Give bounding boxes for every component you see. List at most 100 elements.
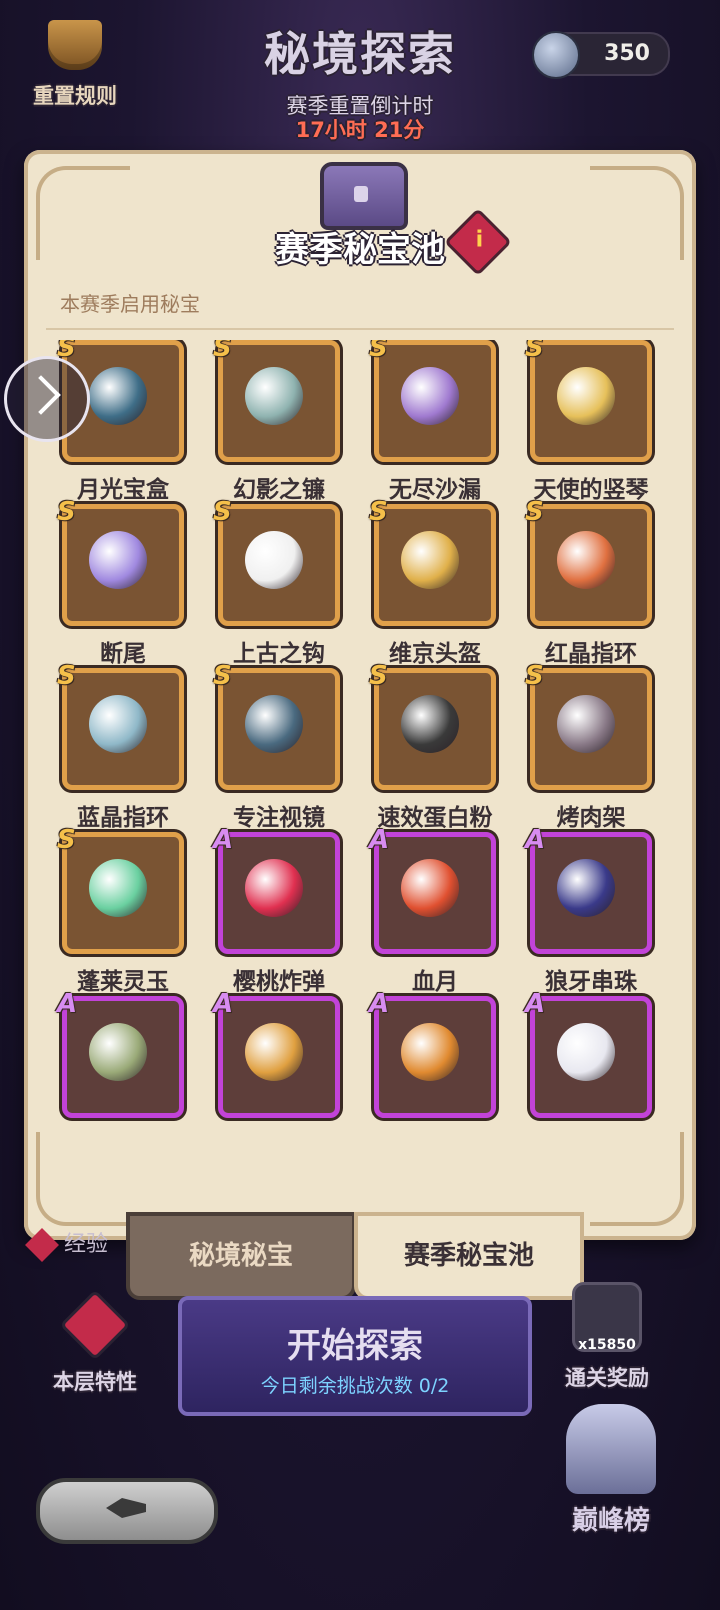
treasure-item[interactable]: A 血月 [360, 825, 510, 995]
treasure-item[interactable]: S 断尾 [48, 497, 198, 667]
treasure-tile: S [213, 497, 340, 626]
panel-title: 赛季秘宝池 [275, 230, 445, 270]
start-explore-label: 开始探索 [287, 1326, 423, 1366]
treasure-item[interactable]: S 天使的竖琴 [516, 340, 666, 503]
treasure-item[interactable]: S 幻影之镰 [204, 340, 354, 503]
chevron-right-icon[interactable] [4, 356, 90, 442]
treasure-item[interactable]: S 上古之钩 [204, 497, 354, 667]
treasure-icon [401, 695, 459, 753]
treasure-item[interactable]: S 蓝晶指环 [48, 661, 198, 831]
treasure-icon [557, 1023, 615, 1081]
treasure-icon [245, 531, 303, 589]
exp-chip[interactable]: 经验 [25, 1226, 109, 1262]
grade-badge: A [57, 989, 78, 1019]
treasure-item[interactable]: A 樱桃炸弹 [204, 825, 354, 995]
treasure-tile: A [369, 989, 496, 1118]
grade-badge: S [57, 497, 76, 527]
treasure-tile: A [369, 825, 496, 954]
treasure-tile: S [369, 497, 496, 626]
treasure-icon [89, 367, 147, 425]
grade-badge: S [525, 340, 544, 363]
treasure-icon [557, 695, 615, 753]
grade-badge: S [57, 661, 76, 691]
countdown-time: 17小时 21分 [295, 118, 425, 142]
corner-ornament [36, 1132, 130, 1226]
treasure-tile: A [525, 825, 652, 954]
reward-count: x15850 [578, 1337, 636, 1353]
floor-trait-label: 本层特性 [53, 1370, 137, 1394]
treasure-item[interactable]: A龟壳 [360, 989, 510, 1125]
grade-badge: S [525, 497, 544, 527]
treasure-icon [557, 859, 615, 917]
treasure-tile: S [525, 497, 652, 626]
floor-trait-button[interactable]: 本层特性 [40, 1289, 150, 1396]
treasure-grid: S 月光宝盒 S 幻影之镰 S 无尽沙漏 S 天使的竖琴 S 断尾 S 上古之钩 S 维京头盔 S 红晶指环 S… [48, 340, 672, 1125]
treasure-item[interactable]: A 狼牙串珠 [516, 825, 666, 995]
grade-badge: A [213, 825, 234, 855]
treasure-item[interactable]: A薯条薯条 [204, 989, 354, 1125]
trait-icon [59, 1289, 131, 1361]
clear-reward-button[interactable]: x15850 通关奖励 [552, 1282, 662, 1392]
exp-icon [25, 1228, 59, 1262]
treasure-tile: S [369, 340, 496, 462]
tab-season-treasure-pool[interactable]: 赛季秘宝池 [354, 1212, 584, 1300]
treasure-item[interactable]: S 红晶指环 [516, 497, 666, 667]
grade-badge: A [525, 989, 546, 1019]
clear-reward-label: 通关奖励 [565, 1366, 649, 1390]
currency-value: 350 [604, 41, 650, 66]
section-label: 本赛季启用秘宝 [60, 292, 200, 316]
treasure-tile: S [213, 340, 340, 462]
treasure-tile: S [57, 661, 184, 790]
treasure-icon [245, 367, 303, 425]
treasure-icon [89, 1023, 147, 1081]
back-button[interactable] [36, 1478, 218, 1544]
treasure-tile: A [525, 989, 652, 1118]
grade-badge: S [369, 497, 388, 527]
grade-badge: S [369, 340, 388, 363]
treasure-icon [401, 1023, 459, 1081]
treasure-item[interactable]: S 专注视镜 [204, 661, 354, 831]
treasure-tile: S [525, 661, 652, 790]
treasure-item[interactable]: A臭豆腐 [48, 989, 198, 1125]
grade-badge: A [369, 989, 390, 1019]
treasure-tile: S [525, 340, 652, 462]
peak-ranking-button[interactable]: 巅峰榜 [546, 1404, 676, 1537]
currency-display: 350 [532, 31, 670, 79]
treasure-icon [401, 367, 459, 425]
grade-badge: A [369, 825, 390, 855]
treasure-icon [245, 695, 303, 753]
grade-badge: S [213, 497, 232, 527]
treasure-item[interactable]: A轻羽 [516, 989, 666, 1125]
reward-gem-icon: x15850 [572, 1282, 642, 1353]
treasure-icon [245, 1023, 303, 1081]
treasure-icon [557, 367, 615, 425]
grade-badge: A [213, 989, 234, 1019]
gem-icon [532, 31, 580, 79]
treasure-tile: A [213, 825, 340, 954]
grade-badge: S [213, 661, 232, 691]
treasure-tile: S [57, 825, 184, 954]
treasure-icon [89, 531, 147, 589]
treasure-pool-panel: 赛季秘宝池 i 本赛季启用秘宝 S 月光宝盒 S 幻影之镰 S 无尽沙漏 S 天使的竖琴 S 断尾… [24, 150, 696, 1240]
grade-badge: S [369, 661, 388, 691]
treasure-item[interactable]: S 速效蛋白粉 [360, 661, 510, 831]
treasure-item[interactable]: S 蓬莱灵玉 [48, 825, 198, 995]
peak-ranking-label: 巅峰榜 [571, 1506, 650, 1536]
treasure-item[interactable]: S 烤肉架 [516, 661, 666, 831]
treasure-icon [401, 859, 459, 917]
treasure-item[interactable]: S 维京头盔 [360, 497, 510, 667]
treasure-tile: S [57, 497, 184, 626]
grade-badge: A [525, 825, 546, 855]
tab-realm-treasures[interactable]: 秘境秘宝 [126, 1212, 356, 1300]
exp-label: 经验 [64, 1232, 109, 1257]
treasure-item[interactable]: S 无尽沙漏 [360, 340, 510, 503]
treasure-tile: A [213, 989, 340, 1118]
treasure-icon [557, 531, 615, 589]
start-explore-button[interactable]: 开始探索 今日剩余挑战次数 0/2 [178, 1296, 532, 1416]
treasure-icon [89, 695, 147, 753]
trophy-icon [566, 1404, 656, 1494]
grade-badge: S [57, 825, 76, 855]
grade-badge: S [525, 661, 544, 691]
divider [46, 328, 674, 330]
chest-icon [320, 162, 408, 230]
